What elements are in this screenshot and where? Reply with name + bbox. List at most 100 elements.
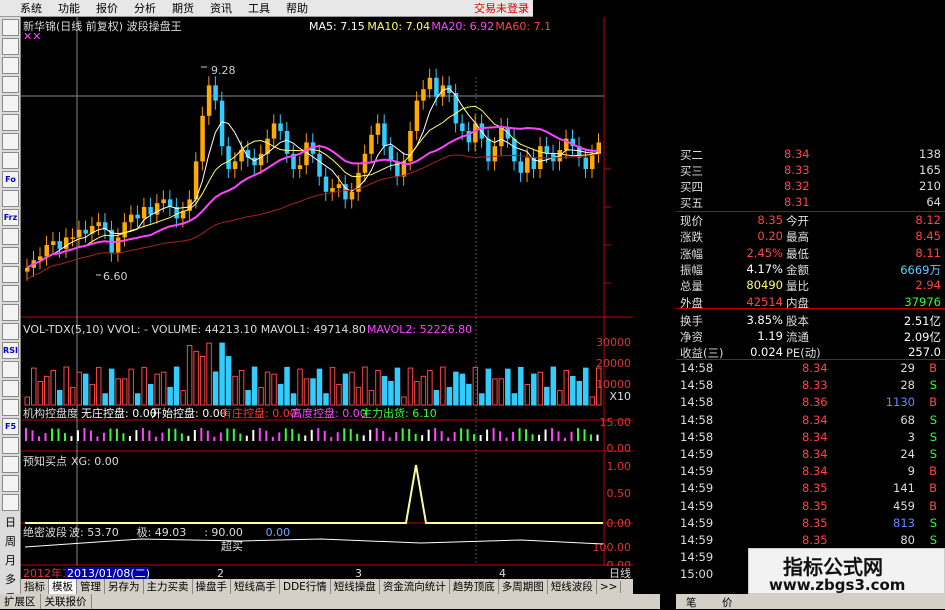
toolbar-button-9[interactable] [2,190,19,207]
indicator-tab-0[interactable]: 指标 [21,579,49,594]
menu-item-4[interactable]: 期货 [172,0,194,16]
indicator-tab-1[interactable]: 模板 [49,579,77,594]
stat-value: 2.51亿 [903,313,941,328]
candle [460,123,465,131]
toolbar-button-16[interactable] [2,323,19,340]
toolbar-button-17[interactable]: RSI [2,342,19,359]
volume-bar [284,366,290,406]
order-book-row: 买二 8.34 138 [676,147,945,163]
ind3-item-2: : 90.00 [204,526,243,539]
indicator-tab-13[interactable]: >> [597,580,622,593]
indicator-tab-6[interactable]: 短线高手 [231,579,280,594]
ind1-bar [375,428,378,441]
indicator-tabs: 指标 模板 管理 另存为 主力买卖 操盘手 短线高手 DDE行情 短线操盘 资金流向统计 趋势顶底多… [21,579,633,594]
candle [479,123,485,139]
menu-item-2[interactable]: 报价 [96,0,118,16]
candle [317,153,322,177]
ind1-item-2: 有庄控盘: 0.00 [221,406,297,420]
ind1-bar [25,428,27,441]
candle [83,229,88,234]
extension-tab-0[interactable]: 扩展区 [0,594,41,609]
toolbar-button-6[interactable] [2,133,19,150]
stat-label: 振幅 [680,262,703,277]
volume-bar [37,381,43,406]
toolbar-button-12[interactable] [2,247,19,264]
toolbar-button-27[interactable]: 周 [2,532,19,549]
tick-volume: 141 [893,481,915,496]
toolbar-button-22[interactable] [2,437,19,454]
toolbar-button-24[interactable] [2,475,19,492]
extension-tab-1[interactable]: 关联报价 [41,594,92,609]
tick-time: 14:59 [680,464,714,479]
toolbar-button-28[interactable]: 月 [2,551,19,568]
kline-chart[interactable]: 新华锦(日线 前复权) 波段操盘王 MA5: 7.15 MA10: 7.04 MA20… [21,17,633,580]
toolbar-button-0[interactable] [2,19,19,36]
stat-value: 42514 [746,294,783,309]
quote-stat-row: 涨跌 0.20 最高 8.45 [676,229,945,245]
toolbar-button-5[interactable] [2,114,19,131]
indicator-tab-11[interactable]: 多周期图 [499,579,548,594]
toolbar-button-4[interactable] [2,95,19,112]
tick-time: 14:58 [680,429,714,444]
menu-item-0[interactable]: 系统 [20,0,42,16]
quote-stat-row: 振幅 4.17% 金额 6669万 [676,262,945,278]
indicator-tab-7[interactable]: DDE行情 [280,579,331,594]
toolbar-button-2[interactable] [2,57,19,74]
toolbar-button-20[interactable] [2,399,19,416]
toolbar-button-19[interactable] [2,380,19,397]
candle [512,138,517,162]
toolbar-button-23[interactable] [2,456,19,473]
toolbar-button-7[interactable] [2,152,19,169]
tick-volume: 1130 [885,395,915,410]
toolbar-button-14[interactable] [2,285,19,302]
ind1-bar [531,434,534,441]
toolbar-button-10[interactable]: Frz [2,209,19,226]
order-volume: 64 [926,195,941,209]
menu-item-3[interactable]: 分析 [134,0,156,16]
candle [44,245,49,257]
menu-item-1[interactable]: 功能 [58,0,80,16]
extension-tabs: 扩展区 关联报价 [0,594,660,609]
toolbar-button-8[interactable]: Fo [2,171,19,188]
menu-item-6[interactable]: 工具 [248,0,270,16]
ind1-bar [50,428,53,441]
vol-title: VOL-TDX(5,10) VVOL: - VOLUME: 44213.10 M… [23,323,366,336]
tick-time: 14:58 [680,378,714,393]
quote-bottom-tab-1[interactable]: 价 [722,595,733,610]
toolbar-button-3[interactable] [2,76,19,93]
toolbar-button-29[interactable]: 多 [2,570,19,587]
toolbar-button-25[interactable] [2,494,19,511]
indicator-tab-10[interactable]: 趋势顶底 [450,579,499,594]
menu-item-7[interactable]: 帮助 [286,0,308,16]
ind1-bar [317,428,320,441]
menu-item-5[interactable]: 资讯 [210,0,232,16]
toolbar-button-26[interactable]: 日 [2,513,19,530]
tick-time: 15:00 [680,567,714,582]
indicator-tab-3[interactable]: 另存为 [105,579,144,594]
quote-bottom-tab-0[interactable]: 笔 [686,595,697,610]
indicator-tab-9[interactable]: 资金流向统计 [380,579,450,594]
volume-bar [108,368,115,406]
ind2-tick-1: 0.50 [607,487,632,500]
indicator-tab-8[interactable]: 短线操盘 [331,579,380,594]
toolbar-button-18[interactable] [2,361,19,378]
toolbar-button-15[interactable] [2,304,19,321]
volume-bar [466,383,472,406]
trade-status[interactable]: 交易未登录 [474,0,529,16]
indicator-tab-2[interactable]: 管理 [77,579,105,594]
watermark-logo: 指标公式网 www.zbgs3.com [748,548,945,594]
volume-bar [310,378,316,406]
indicator-tab-5[interactable]: 操盘手 [193,579,231,594]
toolbar-button-11[interactable] [2,228,19,245]
volume-bar [381,375,388,406]
indicator-tab-12[interactable]: 短线波段 [548,579,597,594]
stat-label: 涨幅 [680,246,703,261]
stat-value: 257.0 [908,345,941,360]
ind1-bar [200,428,203,441]
indicator-tab-4[interactable]: 主力买卖 [144,579,193,594]
stat-value: 80490 [746,278,783,293]
candle [486,138,491,162]
toolbar-button-1[interactable] [2,38,19,55]
toolbar-button-21[interactable]: F5 [2,418,19,435]
toolbar-button-13[interactable] [2,266,19,283]
